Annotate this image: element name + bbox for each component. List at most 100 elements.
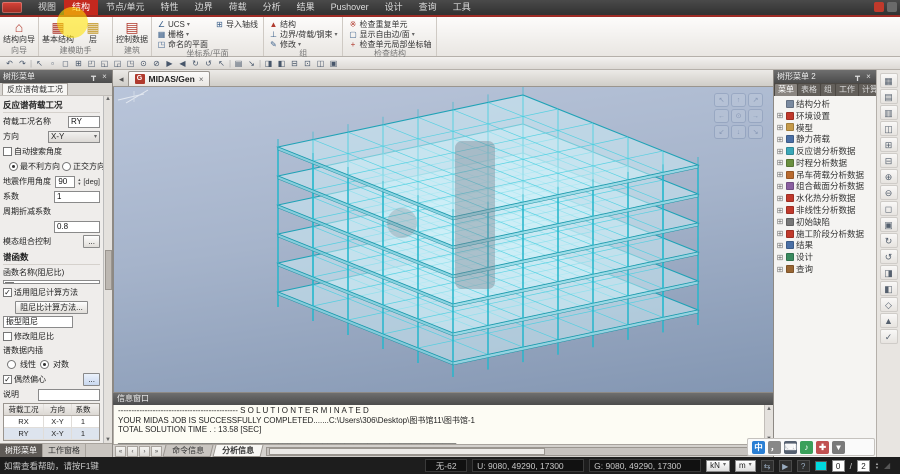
zoom-dynamic-icon[interactable]: ↻ <box>189 58 202 69</box>
page-current[interactable]: 0 <box>832 460 845 472</box>
ime-punct-icon[interactable]: ， <box>768 441 781 454</box>
column-header-1[interactable]: 荷载工况 <box>4 404 44 415</box>
navpad-←-button[interactable]: ← <box>714 109 729 123</box>
worst-direction-radio[interactable] <box>9 162 18 171</box>
sheet-tab-分析信息[interactable]: 分析信息 <box>213 445 264 457</box>
doc-tab-midas-gen[interactable]: G MIDAS/Gen × <box>128 71 211 86</box>
snap-grid-icon[interactable]: ◫ <box>880 121 898 136</box>
ribbon-button-UCS[interactable]: ∠UCS▾ <box>155 19 210 29</box>
pin-icon[interactable]: ┳ <box>89 72 98 81</box>
tree-expander-icon[interactable]: ⊞ <box>776 123 784 132</box>
tree-item-水化热分析数据[interactable]: ⊞水化热分析数据 <box>776 192 875 204</box>
table-row[interactable]: RYX-Y1 <box>4 428 99 440</box>
ime-lang-icon[interactable]: 中 <box>752 441 765 454</box>
snap-icon[interactable]: ↘ <box>245 58 258 69</box>
select-recent-icon[interactable]: ◳ <box>124 58 137 69</box>
column-header-2[interactable]: 方向 <box>44 404 72 415</box>
function-checkbox[interactable]: ✓ <box>5 282 14 284</box>
eccentricity-button[interactable]: ... <box>83 373 100 386</box>
snap-node-icon[interactable]: ⊞ <box>880 137 898 152</box>
tree-item-时程分析数据[interactable]: ⊞时程分析数据 <box>776 157 875 169</box>
list-item[interactable]: ✓ China(GB50011-10) (0.05) <box>5 282 98 284</box>
window-options-icon[interactable] <box>887 2 897 12</box>
tree-expander-icon[interactable]: ⊞ <box>776 241 784 250</box>
select-polygon-icon[interactable]: ◻ <box>59 58 72 69</box>
select-all-icon[interactable]: ▶ <box>163 58 176 69</box>
tree-item-初始缺陷[interactable]: ⊞初始缺陷 <box>776 216 875 228</box>
tree-expander-icon[interactable]: ⊞ <box>776 111 784 120</box>
navpad-↘-button[interactable]: ↘ <box>748 125 763 139</box>
perspective-icon[interactable]: ▲ <box>880 313 898 328</box>
tree-expander-icon[interactable]: ⊞ <box>776 158 784 167</box>
tree-item-查询[interactable]: ⊞查询 <box>776 263 875 275</box>
zoom-out-icon[interactable]: ⊖ <box>880 185 898 200</box>
right-panel-tab-表格[interactable]: 表格 <box>798 84 820 96</box>
pin-icon[interactable]: ┳ <box>853 72 862 81</box>
table-row[interactable]: RXX-Y1 <box>4 416 99 428</box>
grid-toggle-icon[interactable]: ▤ <box>232 58 245 69</box>
tree-item-设计[interactable]: ⊞设计 <box>776 251 875 263</box>
tree-expander-icon[interactable]: ⊞ <box>776 135 784 144</box>
last-sheet-icon[interactable]: » <box>151 446 162 457</box>
tree-item-结构分析[interactable]: 结构分析 <box>776 98 875 110</box>
interp-log-radio[interactable] <box>40 360 49 369</box>
right-panel-tab-工作[interactable]: 工作 <box>836 84 858 96</box>
ribbon-button-导入轴线[interactable]: ⊞导入轴线 <box>213 19 260 29</box>
unselect-icon[interactable]: ⊘ <box>150 58 163 69</box>
tree-item-非线性分析数据[interactable]: ⊞非线性分析数据 <box>776 204 875 216</box>
ime-keyboard-icon[interactable]: ⌨ <box>784 441 797 454</box>
description-input[interactable] <box>38 389 100 401</box>
select-plane-icon[interactable]: ◰ <box>85 58 98 69</box>
tree-item-组合截面分析数据[interactable]: ⊞组合截面分析数据 <box>776 181 875 193</box>
ime-more-icon[interactable]: ▾ <box>832 441 845 454</box>
ribbon-button-显示自由边/面[interactable]: ▢显示自由边/面▾ <box>346 29 433 39</box>
menu-tab-分析[interactable]: 分析 <box>255 0 289 15</box>
damping-method-button[interactable]: 阻尼比计算方法... <box>15 301 88 314</box>
tree-expander-icon[interactable]: ⊞ <box>776 147 784 156</box>
walk-mode-icon[interactable]: ⇆ <box>761 460 774 472</box>
tree-item-环境设置[interactable]: ⊞环境设置 <box>776 110 875 122</box>
damping-method-checkbox[interactable]: ✓ <box>3 288 12 297</box>
auto-search-checkbox[interactable] <box>3 147 12 156</box>
select-icon[interactable]: ↖ <box>33 58 46 69</box>
navpad-↖-button[interactable]: ↖ <box>714 93 729 107</box>
close-icon[interactable]: × <box>864 72 873 81</box>
unselect-all-icon[interactable]: ◀ <box>176 58 189 69</box>
tree-item-静力荷载[interactable]: ⊞静力荷载 <box>776 133 875 145</box>
tree-item-模型[interactable]: ⊞模型 <box>776 122 875 134</box>
navpad-→-button[interactable]: → <box>748 109 763 123</box>
period-reduction-input[interactable]: 0.8 <box>54 221 100 233</box>
unit-length-select[interactable]: m ▾ <box>735 460 756 472</box>
zoom-fit-icon[interactable]: ◻ <box>880 201 898 216</box>
pick-icon[interactable]: ↖ <box>215 58 228 69</box>
right-panel-tab-组[interactable]: 组 <box>821 84 835 96</box>
ime-tools-icon[interactable]: ✚ <box>816 441 829 454</box>
view-shrink-icon[interactable]: ◧ <box>275 58 288 69</box>
active-color-swatch[interactable] <box>815 461 827 471</box>
select-identity-icon[interactable]: ⊙ <box>137 58 150 69</box>
page-total[interactable]: 2 <box>857 460 870 472</box>
tree-expander-icon[interactable]: ⊞ <box>776 265 784 274</box>
modal-combination-button[interactable]: ... <box>83 235 100 248</box>
panel-bottom-tab-树形菜单[interactable]: 树形菜单 <box>0 444 43 457</box>
angle-input[interactable]: 90 <box>55 176 75 188</box>
tree-expander-icon[interactable]: ⊞ <box>776 170 784 179</box>
menu-tab-Pushover[interactable]: Pushover <box>323 0 377 15</box>
ribbon-button-检查单元局部坐标轴[interactable]: +检查单元局部坐标轴 <box>346 39 433 49</box>
interp-linear-radio[interactable] <box>7 360 16 369</box>
column-header-3[interactable]: 系数 <box>72 404 94 415</box>
navpad-⊙-button[interactable]: ⊙ <box>731 109 746 123</box>
ribbon-button-基本结构[interactable]: ▦基本结构 <box>42 18 74 44</box>
tab-response-spectrum-case[interactable]: 反应谱荷载工况 <box>2 83 68 95</box>
display-option-icon[interactable]: ▣ <box>327 58 340 69</box>
tab-close-icon[interactable]: × <box>199 75 204 84</box>
spectrum-function-list[interactable]: ✓ China(GB50011-10) (0.05) <box>3 280 100 284</box>
menu-tab-节点/单元[interactable]: 节点/单元 <box>98 0 153 15</box>
factor-input[interactable]: 1 <box>54 191 100 203</box>
left-panel-vscrollbar[interactable]: ▲▼ <box>103 96 112 443</box>
eccentricity-checkbox[interactable]: ✓ <box>3 375 12 384</box>
iso-view-icon[interactable]: ◇ <box>880 297 898 312</box>
grid-view-icon[interactable]: ▤ <box>880 89 898 104</box>
menu-tab-视图[interactable]: 视图 <box>30 0 64 15</box>
unit-force-select[interactable]: kN ▾ <box>706 460 730 472</box>
